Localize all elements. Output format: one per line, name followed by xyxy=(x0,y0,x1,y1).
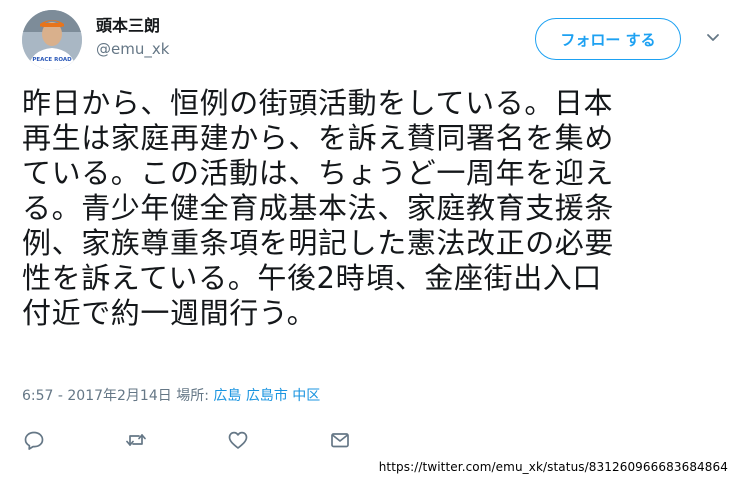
reply-icon[interactable] xyxy=(22,428,46,452)
display-name[interactable]: 頭本三朗 xyxy=(96,16,169,36)
tweet-timestamp[interactable]: 6:57 - 2017年2月14日 xyxy=(22,388,172,404)
like-icon[interactable] xyxy=(226,428,250,452)
avatar-image: PEACE ROAD xyxy=(22,10,82,70)
tweet-meta: 6:57 - 2017年2月14日 場所: 広島 広島市 中区 xyxy=(22,386,320,406)
source-url: https://twitter.com/emu_xk/status/831260… xyxy=(378,460,728,474)
avatar-shirt-text: PEACE ROAD xyxy=(32,57,72,63)
chevron-down-icon[interactable] xyxy=(704,28,722,46)
tweet-actions xyxy=(22,428,362,452)
tweet-text: 昨日から、恒例の街頭活動をしている。日本 再生は家庭再建から、を訴え賛同署名を集… xyxy=(22,86,615,330)
user-names: 頭本三朗 @emu_xk xyxy=(96,16,169,59)
follow-button[interactable]: フォロー する xyxy=(535,18,681,60)
retweet-icon[interactable] xyxy=(124,428,148,452)
avatar[interactable]: PEACE ROAD xyxy=(22,10,82,70)
message-icon[interactable] xyxy=(328,428,352,452)
tweet-location[interactable]: 広島 広島市 中区 xyxy=(213,388,320,404)
tweet-header: PEACE ROAD 頭本三朗 @emu_xk フォロー する xyxy=(22,10,732,70)
user-handle[interactable]: @emu_xk xyxy=(96,39,169,59)
location-label: 場所: xyxy=(176,388,209,404)
